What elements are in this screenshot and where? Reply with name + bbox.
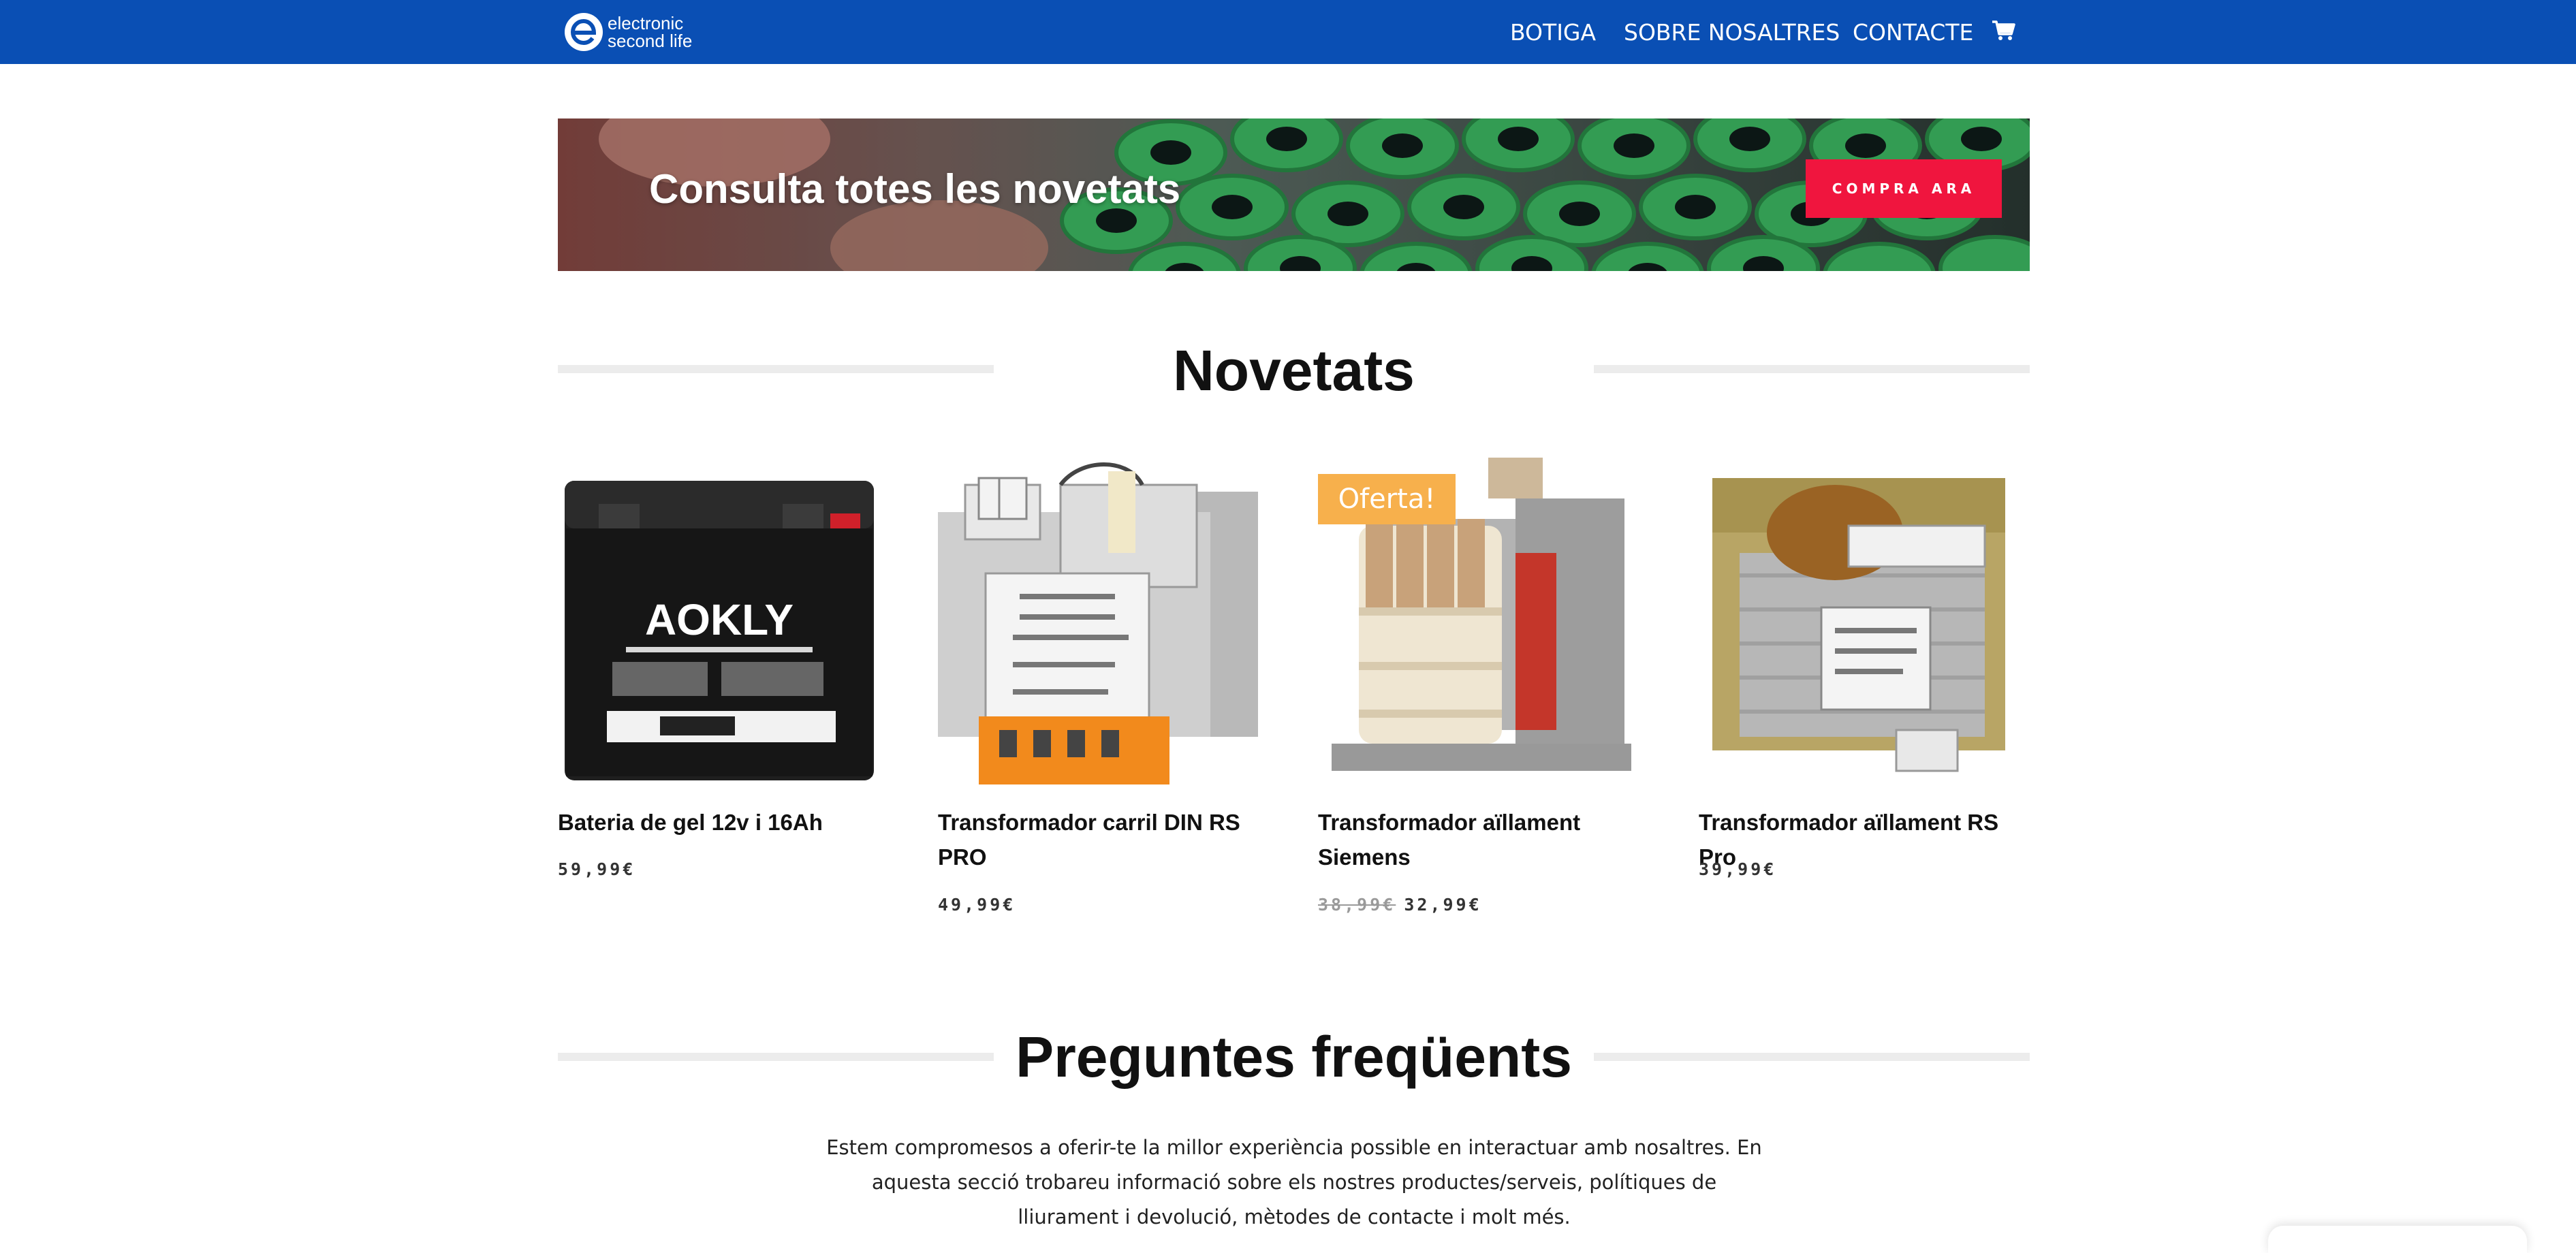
banner-title: Consulta totes les novetats [649,166,1181,212]
product-image-battery[interactable]: AOKLY [558,458,885,784]
section-title-novetats: Novetats [1173,338,1415,402]
nav-link-sobre-nosaltres[interactable]: SOBRE NOSALTRES [1624,19,1840,46]
product-name[interactable]: Transformador aïllament Siemens [1318,805,1645,874]
faq-heading-row: Preguntes freqüents [558,1016,2030,1098]
nav-link-contacte[interactable]: CONTACTE [1853,19,1973,46]
product-name[interactable]: Bateria de gel 12v i 16Ah [558,805,885,840]
promo-banner: Consulta totes les novetats COMPRA ARA [558,118,2030,271]
product-image-din-transformer[interactable] [938,458,1265,784]
logo-text: electronic second life [608,14,692,50]
product-sale-price: 32,99€ [1404,895,1482,915]
svg-text:AOKLY: AOKLY [645,595,794,644]
product-card[interactable]: Transformador aïllament RS Pro 39,99€ [1699,458,2026,879]
product-card[interactable]: Oferta! Transformador aïllament Siemens … [1318,458,1645,915]
nav-sobre-wrap: SOBRE NOSALTRES [1624,0,1840,64]
site-logo[interactable]: electronic second life [563,5,692,59]
product-card[interactable]: Transformador carril DIN RS PRO 49,99€ [938,458,1265,915]
product-price: 39,99€ [1699,859,1777,879]
section-title-faq: Preguntes freqüents [1016,1025,1572,1089]
product-image-rs-pro-transformer[interactable] [1699,458,2026,784]
nav-contacte-wrap: CONTACTE [1853,0,1973,64]
novetats-heading-row: Novetats [558,330,2030,411]
product-price: 49,99€ [938,895,1016,915]
sale-badge: Oferta! [1318,474,1456,524]
nav-botiga-wrap: BOTIGA [1510,0,1596,64]
product-name[interactable]: Transformador carril DIN RS PRO [938,805,1265,874]
shop-now-button[interactable]: COMPRA ARA [1806,159,2002,218]
logo-e-icon [565,13,603,51]
cart-icon[interactable] [1991,18,2015,42]
top-navigation-bar: electronic second life BOTIGA SOBRE NOSA… [0,0,2576,64]
nav-link-botiga[interactable]: BOTIGA [1510,19,1596,46]
logo-line-2: second life [608,31,693,51]
product-price: 38,99€ 32,99€ [1318,895,1482,915]
product-old-price: 38,99€ [1318,895,1396,915]
chat-widget[interactable] [2268,1226,2527,1253]
product-card[interactable]: AOKLY Bateria de gel 12v i 16Ah 59,99€ [558,458,885,879]
logo-line-1: electronic [608,13,684,33]
faq-intro-text: Estem compromesos a oferir-te la millor … [826,1136,1762,1228]
product-price: 59,99€ [558,859,636,879]
